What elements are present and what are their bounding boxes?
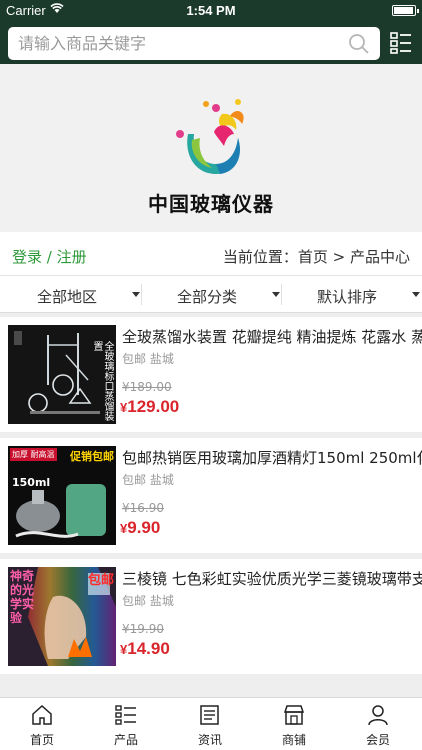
battery-icon — [392, 5, 419, 16]
sale-price-value: 9.90 — [127, 518, 161, 537]
category-menu-icon[interactable] — [390, 31, 412, 55]
nav-row: 登录 / 注册 当前位置：首页 > 产品中心 — [0, 232, 422, 276]
filter-region[interactable]: 全部地区 — [8, 276, 148, 313]
caret-down-icon — [412, 292, 420, 297]
product-badge-promo: 包邮 — [87, 573, 114, 588]
product-title[interactable]: 全玻蒸馏水装置 花瓣提纯 精油提炼 花露水 蒸馏 — [122, 326, 422, 347]
tab-member-label: 会员 — [365, 733, 390, 747]
brand-banner: 中国玻璃仪器 — [0, 64, 422, 232]
tab-products[interactable]: 产品 — [84, 698, 168, 750]
original-price: ¥19.90 — [122, 622, 164, 636]
sale-price-value: 129.00 — [127, 397, 180, 416]
product-title[interactable]: 三棱镜 七色彩虹实验优质光学三菱镜玻璃带支 — [122, 568, 422, 589]
filter-sort[interactable]: 默认排序 — [288, 276, 422, 313]
caret-down-icon — [272, 292, 280, 297]
filter-category-label: 全部分类 — [176, 288, 237, 306]
app-header: Carrier 1:54 PM 请输入商品关键字 — [0, 0, 422, 64]
filter-region-label: 全部地区 — [36, 288, 97, 306]
product-badge: 加厚 耐高温 — [10, 448, 57, 461]
bottom-tab-bar: 首页 产品 资讯 商铺 会员 — [0, 697, 422, 750]
product-badge-promo: 促销包邮 — [70, 450, 114, 463]
product-card[interactable]: 加厚 耐高温 促销包邮 150ml 包邮热销医用玻璃加厚酒精灯150ml 250… — [0, 438, 422, 553]
tab-home-label: 首页 — [29, 733, 54, 747]
login-register-link[interactable]: 登录 / 注册 — [12, 246, 87, 267]
product-image-caption: 全玻璃标口蒸馏装置 — [91, 341, 113, 421]
original-price: ¥189.00 — [122, 380, 172, 394]
product-meta: 包邮 盐城 — [122, 594, 174, 608]
user-icon — [368, 705, 388, 726]
tab-products-label: 产品 — [113, 733, 138, 747]
filter-category[interactable]: 全部分类 — [148, 276, 288, 313]
news-icon — [200, 705, 219, 725]
sale-price-value: 14.90 — [127, 639, 170, 658]
tab-shops-label: 商铺 — [281, 733, 306, 747]
divider — [281, 284, 282, 305]
product-image-caption: 神奇的光学实验 — [10, 569, 35, 625]
tab-news-label: 资讯 — [197, 733, 222, 747]
tab-member[interactable]: 会员 — [336, 698, 420, 750]
shop-icon — [283, 705, 305, 725]
sale-price: ¥14.90 — [120, 639, 170, 659]
product-title[interactable]: 包邮热销医用玻璃加厚酒精灯150ml 250ml化学 — [122, 447, 422, 468]
product-image-caption: 150ml — [12, 476, 51, 489]
search-icon[interactable] — [348, 33, 370, 55]
search-box[interactable]: 请输入商品关键字 — [8, 27, 380, 60]
brand-logo — [176, 99, 244, 174]
tab-shops[interactable]: 商铺 — [252, 698, 336, 750]
product-image: 神奇的光学实验 包邮 — [8, 567, 116, 666]
filter-bar: 全部地区 全部分类 默认排序 — [0, 276, 422, 313]
divider — [141, 284, 142, 305]
search-input[interactable]: 请输入商品关键字 — [18, 27, 146, 60]
product-card[interactable]: 神奇的光学实验 包邮 三棱镜 七色彩虹实验优质光学三菱镜玻璃带支 包邮 盐城 ¥… — [0, 559, 422, 674]
tab-home[interactable]: 首页 — [0, 698, 84, 750]
breadcrumb: 当前位置：首页 > 产品中心 — [222, 248, 410, 266]
status-bar: Carrier 1:54 PM — [0, 0, 422, 20]
product-image: 全玻璃标口蒸馏装置 — [8, 325, 116, 424]
original-price: ¥16.90 — [122, 501, 164, 515]
list-icon — [115, 705, 136, 725]
product-card[interactable]: 全玻璃标口蒸馏装置 全玻蒸馏水装置 花瓣提纯 精油提炼 花露水 蒸馏 包邮 盐城… — [0, 317, 422, 432]
home-icon — [32, 704, 52, 725]
sale-price: ¥129.00 — [120, 397, 179, 417]
product-meta: 包邮 盐城 — [122, 473, 174, 487]
caret-down-icon — [132, 292, 140, 297]
sale-price: ¥9.90 — [120, 518, 160, 538]
filter-sort-label: 默认排序 — [316, 288, 377, 306]
tab-news[interactable]: 资讯 — [168, 698, 252, 750]
product-meta: 包邮 盐城 — [122, 352, 174, 366]
brand-name: 中国玻璃仪器 — [148, 192, 274, 216]
product-image: 加厚 耐高温 促销包邮 150ml — [8, 446, 116, 545]
clock: 1:54 PM — [186, 3, 236, 18]
